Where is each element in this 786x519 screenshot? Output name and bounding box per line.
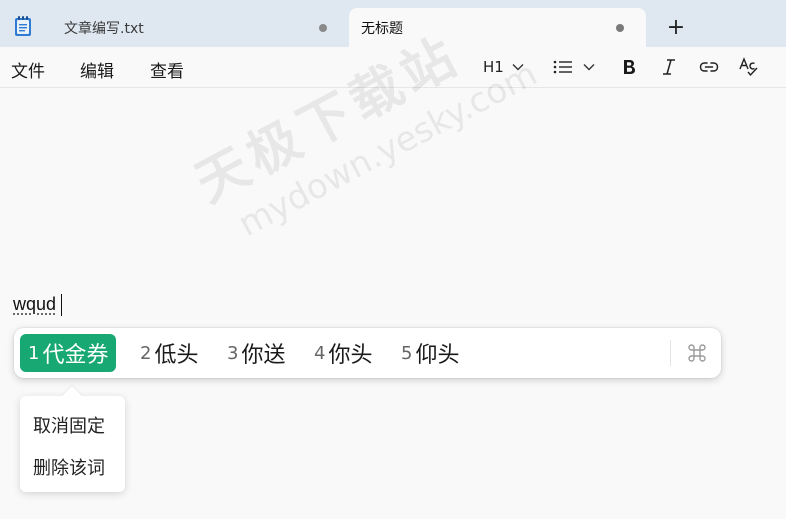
link-button[interactable]: [699, 56, 719, 78]
candidate-text: 代金券: [42, 343, 109, 368]
menu-item-unpin[interactable]: 取消固定: [33, 412, 105, 438]
spellcheck-button[interactable]: [739, 56, 759, 78]
chevron-down-icon: [583, 64, 595, 71]
ime-candidate-bar: 1 代金券 2 低头 3 你送 4 你头 5 仰头: [14, 328, 721, 378]
menu-bar: 文件 编辑 查看 H1: [0, 47, 786, 88]
list-icon: [553, 60, 572, 74]
command-icon[interactable]: [686, 342, 708, 364]
candidate-number: 2: [140, 342, 152, 364]
menu-item-delete-word[interactable]: 删除该词: [33, 454, 105, 480]
tab-bar: 文章编写.txt 无标题 +: [0, 0, 786, 47]
candidate-text: 低头: [154, 343, 199, 368]
unsaved-dot-icon[interactable]: [616, 24, 624, 32]
candidate-context-menu: 取消固定 删除该词: [20, 396, 125, 492]
notepad-app-icon: [14, 15, 32, 37]
ime-candidate-4[interactable]: 4 你头: [314, 334, 372, 372]
tab-untitled[interactable]: 无标题: [349, 8, 646, 47]
candidate-text: 仰头: [415, 343, 460, 368]
candidate-number: 3: [227, 342, 239, 364]
unsaved-dot-icon[interactable]: [319, 24, 327, 32]
text-caret: [61, 294, 62, 316]
editor-composition-text[interactable]: wqud: [13, 294, 56, 315]
menu-view[interactable]: 查看: [150, 57, 184, 82]
menu-edit[interactable]: 编辑: [80, 57, 114, 82]
candidate-text: 你头: [328, 343, 373, 368]
candidate-number: 5: [401, 342, 413, 364]
tab-label: 无标题: [361, 20, 403, 37]
tab-article[interactable]: 文章编写.txt: [48, 8, 344, 47]
spellcheck-icon: [739, 57, 758, 77]
link-icon: [699, 62, 719, 72]
ime-candidate-1[interactable]: 1 代金券: [20, 334, 117, 372]
bold-button[interactable]: [622, 56, 636, 78]
candidate-number: 4: [314, 342, 326, 364]
bold-icon: [624, 60, 635, 74]
italic-button[interactable]: [662, 56, 676, 78]
ime-candidate-3[interactable]: 3 你送: [227, 334, 285, 372]
heading-label: H1: [483, 58, 504, 76]
ime-candidate-2[interactable]: 2 低头: [140, 334, 198, 372]
list-dropdown[interactable]: [553, 56, 595, 78]
chevron-down-icon: [512, 64, 524, 71]
menu-file[interactable]: 文件: [11, 57, 45, 82]
tab-label: 文章编写.txt: [64, 20, 144, 37]
ime-candidate-5[interactable]: 5 仰头: [401, 334, 459, 372]
new-tab-button[interactable]: +: [662, 14, 690, 42]
heading-dropdown[interactable]: H1: [483, 56, 524, 78]
italic-icon: [663, 59, 675, 75]
candidate-text: 你送: [241, 343, 286, 368]
candidate-number: 1: [28, 342, 40, 364]
ime-divider: [670, 340, 671, 366]
